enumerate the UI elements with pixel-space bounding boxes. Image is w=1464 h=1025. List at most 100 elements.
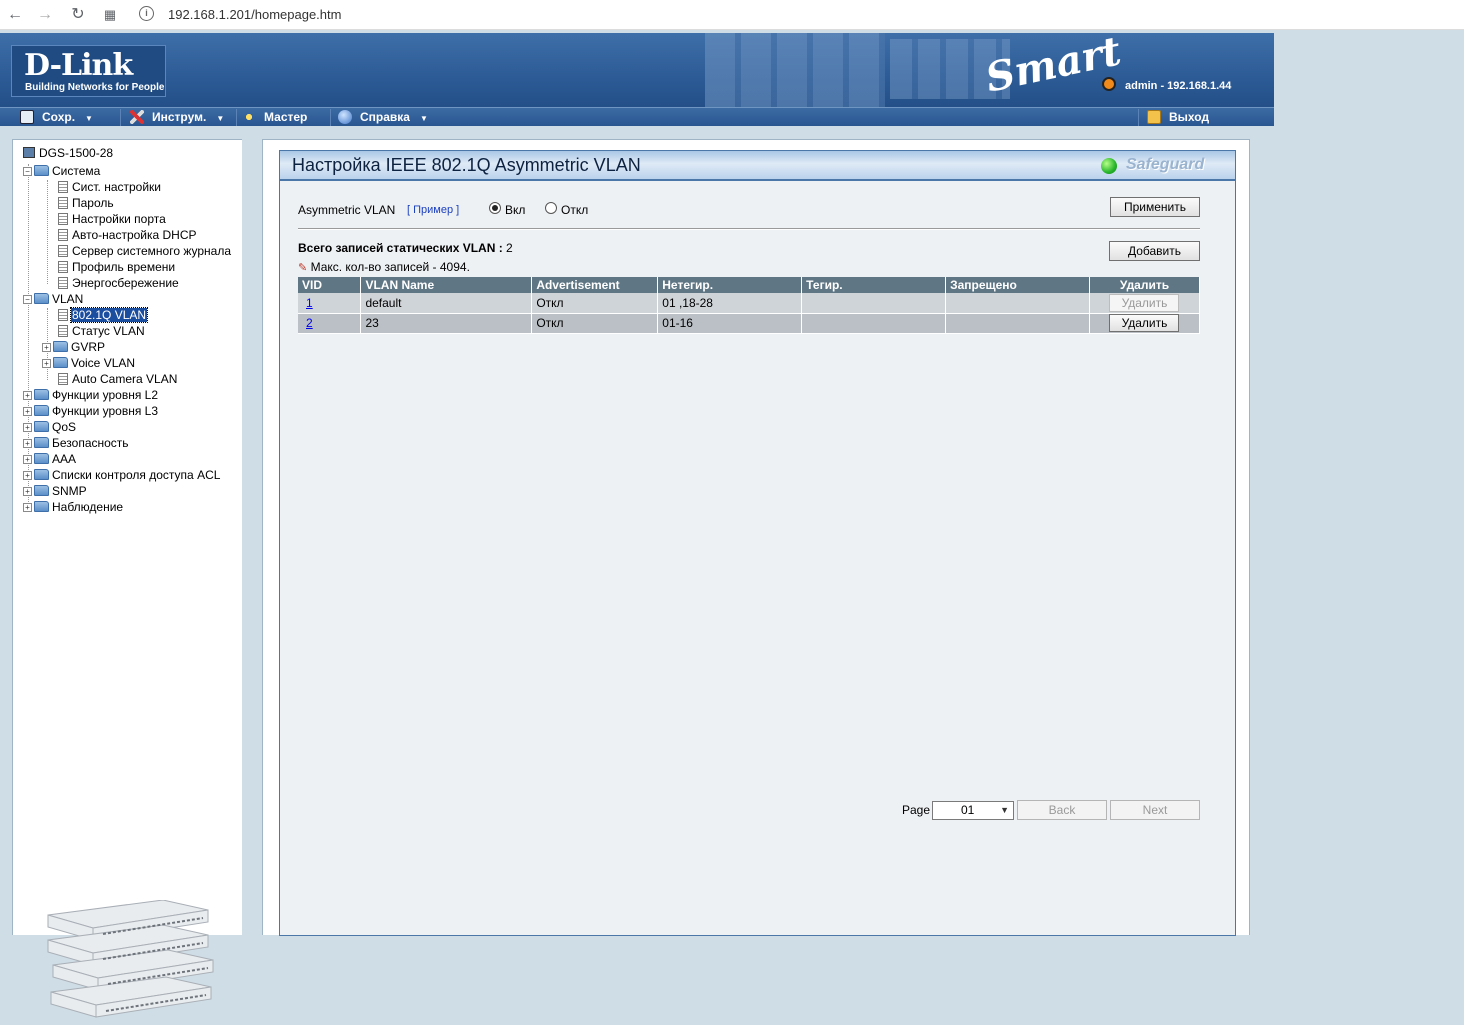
browser-toolbar: ← → ↻ ▦ i 192.168.1.201/homepage.htm — [0, 0, 1464, 30]
tree-item-label: QoS — [52, 420, 77, 434]
tree-item-syslog-server[interactable]: Сервер системного журнала — [58, 243, 232, 259]
pencil-icon: ✎ — [298, 262, 308, 274]
folder-icon — [34, 389, 49, 400]
page-icon — [58, 309, 68, 321]
tree-folder-snmp[interactable]: + SNMP — [23, 483, 88, 499]
delete-button[interactable]: Удалить — [1109, 293, 1180, 312]
next-button[interactable]: Next — [1110, 800, 1200, 820]
menu-divider — [1138, 109, 1139, 126]
tree-folder-voice-vlan[interactable]: + Voice VLAN — [42, 355, 136, 371]
collapse-icon[interactable]: − — [23, 167, 32, 176]
tree-item-time-profile[interactable]: Профиль времени — [58, 259, 176, 275]
tree-item-system-settings[interactable]: Сист. настройки — [58, 179, 162, 195]
page-icon — [58, 181, 68, 193]
menu-wizard[interactable]: Мастер — [242, 109, 307, 126]
tree-item-label: Voice VLAN — [71, 356, 136, 370]
tree-item-label: Пароль — [72, 196, 114, 210]
tree-item-label: Списки контроля доступа ACL — [52, 468, 221, 482]
page-icon — [58, 197, 68, 209]
folder-icon — [53, 341, 68, 352]
back-button[interactable]: Back — [1017, 800, 1107, 820]
back-arrow-icon[interactable]: ← — [5, 5, 25, 25]
menu-save-label: Сохр. — [42, 110, 76, 124]
tree-folder-aaa[interactable]: + AAA — [23, 451, 77, 467]
table-row: 1 default Откл 01 ,18-28 Удалить — [298, 293, 1201, 314]
delete-button[interactable]: Удалить — [1109, 314, 1180, 332]
page-icon — [58, 261, 68, 273]
tree-item-port-settings[interactable]: Настройки порта — [58, 211, 167, 227]
radio-off[interactable] — [545, 202, 557, 214]
radio-on[interactable] — [489, 202, 501, 214]
max-note-text: Макс. кол-во записей - 4094. — [310, 260, 470, 274]
safeguard-label: Safeguard — [1126, 156, 1205, 173]
tree-root[interactable]: DGS-1500-28 — [23, 145, 114, 161]
forward-arrow-icon[interactable]: → — [35, 5, 55, 25]
reload-icon[interactable]: ↻ — [68, 5, 88, 25]
chevron-down-icon: ▼ — [216, 114, 225, 123]
tree-folder-l3[interactable]: + Функции уровня L3 — [23, 403, 159, 419]
menu-save[interactable]: Сохр. ▼ — [20, 109, 93, 126]
col-header-advertisement: Advertisement — [531, 277, 659, 293]
expand-icon[interactable]: + — [42, 359, 51, 368]
expand-icon[interactable]: + — [23, 391, 32, 400]
tree-folder-vlan[interactable]: − VLAN — [23, 291, 84, 307]
expand-icon[interactable]: + — [23, 407, 32, 416]
expand-icon[interactable]: + — [23, 455, 32, 464]
menu-tools[interactable]: Инструм. ▼ — [130, 109, 224, 126]
tree-item-label: Наблюдение — [52, 500, 124, 514]
tree-folder-acl[interactable]: + Списки контроля доступа ACL — [23, 467, 221, 483]
tree-folder-system[interactable]: − Система — [23, 163, 101, 179]
menu-logout[interactable]: Выход — [1147, 109, 1209, 126]
site-info-icon[interactable]: i — [139, 6, 154, 21]
tree-item-8021q-vlan[interactable]: 802.1Q VLAN — [58, 307, 149, 323]
expand-icon[interactable]: + — [23, 423, 32, 432]
expand-icon[interactable]: + — [23, 503, 32, 512]
user-info: admin - 192.168.1.44 — [1125, 80, 1232, 92]
tree-item-label: Авто-настройка DHCP — [72, 228, 197, 242]
folder-icon — [53, 357, 68, 368]
wizard-wand-icon — [242, 110, 256, 124]
tree-item-label: Энергосбережение — [72, 276, 179, 290]
tree-item-label: Сист. настройки — [72, 180, 162, 194]
add-button[interactable]: Добавить — [1109, 241, 1200, 261]
expand-icon[interactable]: + — [42, 343, 51, 352]
untagged-cell: 01-16 — [657, 313, 803, 334]
folder-icon — [34, 485, 49, 496]
example-link[interactable]: [ Пример ] — [407, 204, 459, 216]
tree-item-password[interactable]: Пароль — [58, 195, 115, 211]
vid-link[interactable]: 1 — [302, 296, 313, 310]
page-select[interactable]: 01 ▼ — [932, 801, 1014, 820]
tree-item-power-saving[interactable]: Энергосбережение — [58, 275, 180, 291]
tree-item-vlan-status[interactable]: Статус VLAN — [58, 323, 146, 339]
folder-icon — [34, 501, 49, 512]
user-icon — [1102, 77, 1116, 91]
advertisement-cell: Откл — [531, 293, 659, 314]
address-bar[interactable]: 192.168.1.201/homepage.htm — [168, 7, 341, 22]
menu-help[interactable]: Справка ▼ — [338, 109, 428, 126]
content-frame: Настройка IEEE 802.1Q Asymmetric VLAN Sa… — [262, 139, 1250, 936]
tree-item-label: Безопасность — [52, 436, 129, 450]
vlan-table: VID VLAN Name Advertisement Нетегир. Тег… — [298, 277, 1201, 334]
tree-folder-monitoring[interactable]: + Наблюдение — [23, 499, 124, 515]
tree-folder-gvrp[interactable]: + GVRP — [42, 339, 106, 355]
tree-folder-security[interactable]: + Безопасность — [23, 435, 130, 451]
tree-item-dhcp-autoconfig[interactable]: Авто-настройка DHCP — [58, 227, 198, 243]
apps-grid-icon[interactable]: ▦ — [100, 5, 120, 25]
total-entries-label: Всего записей статических VLAN : 2 — [298, 241, 513, 255]
folder-icon — [34, 405, 49, 416]
page-icon — [58, 245, 68, 257]
expand-icon[interactable]: + — [23, 487, 32, 496]
floppy-disk-icon — [20, 110, 34, 124]
collapse-icon[interactable]: − — [23, 295, 32, 304]
content-panel: Настройка IEEE 802.1Q Asymmetric VLAN Sa… — [279, 150, 1236, 936]
tree-folder-l2[interactable]: + Функции уровня L2 — [23, 387, 159, 403]
untagged-cell: 01 ,18-28 — [657, 293, 803, 314]
vid-link[interactable]: 2 — [302, 316, 313, 330]
expand-icon[interactable]: + — [23, 439, 32, 448]
tree-folder-qos[interactable]: + QoS — [23, 419, 77, 435]
expand-icon[interactable]: + — [23, 471, 32, 480]
apply-button[interactable]: Применить — [1110, 197, 1200, 217]
menu-wizard-label: Мастер — [264, 110, 308, 124]
logo-tagline: Building Networks for People — [25, 82, 165, 93]
tree-item-auto-camera-vlan[interactable]: Auto Camera VLAN — [58, 371, 178, 387]
